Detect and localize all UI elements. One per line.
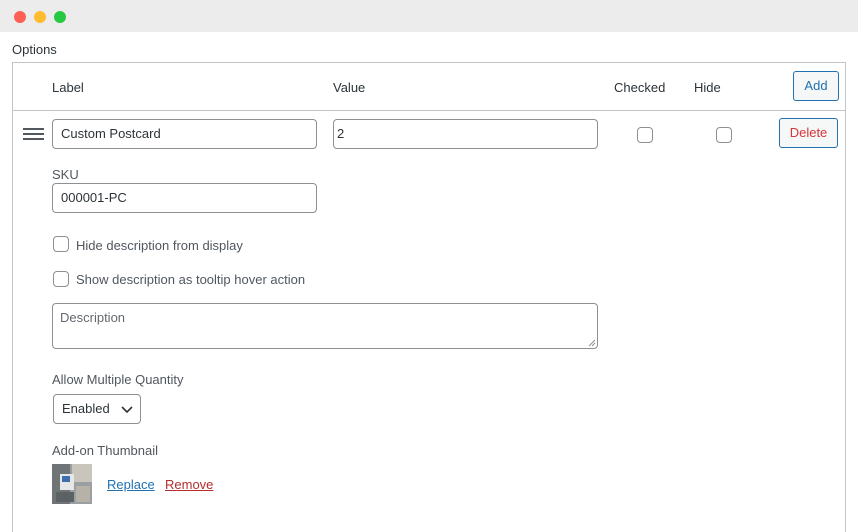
hide-description-checkbox[interactable] xyxy=(53,236,69,252)
table-header: Label Value Checked Hide Add xyxy=(13,63,845,111)
label-input[interactable]: Custom Postcard xyxy=(52,119,317,149)
quantity-select[interactable]: Enabled xyxy=(53,394,141,424)
column-header-hide: Hide xyxy=(694,80,721,95)
hide-description-label: Hide description from display xyxy=(76,238,243,253)
tooltip-checkbox[interactable] xyxy=(53,271,69,287)
window-titlebar xyxy=(0,0,858,32)
sku-label: SKU xyxy=(52,167,79,182)
column-header-value: Value xyxy=(333,80,366,95)
column-header-checked: Checked xyxy=(614,80,666,95)
close-dot-icon[interactable] xyxy=(14,11,26,23)
replace-link[interactable]: Replace xyxy=(107,477,155,492)
tooltip-label: Show description as tooltip hover action xyxy=(76,272,306,287)
description-placeholder: Description xyxy=(60,310,126,325)
thumbnail-label: Add-on Thumbnail xyxy=(52,443,158,458)
resize-grip-icon[interactable] xyxy=(588,339,596,347)
zoom-dot-icon[interactable] xyxy=(54,11,66,23)
value-input[interactable]: 2 xyxy=(333,119,598,149)
addon-thumbnail-image xyxy=(52,464,92,504)
section-title: Options xyxy=(12,42,57,57)
minimize-dot-icon[interactable] xyxy=(34,11,46,23)
column-header-label: Label xyxy=(52,80,84,95)
options-table: Label Value Checked Hide Add Custom Post… xyxy=(12,62,846,532)
remove-link[interactable]: Remove xyxy=(165,477,213,492)
chevron-down-icon xyxy=(121,406,133,414)
drag-handle-icon[interactable] xyxy=(23,128,44,140)
quantity-label: Allow Multiple Quantity xyxy=(52,372,184,387)
checked-checkbox[interactable] xyxy=(637,127,653,143)
add-button[interactable]: Add xyxy=(793,71,839,101)
hide-checkbox[interactable] xyxy=(716,127,732,143)
sku-input[interactable]: 000001-PC xyxy=(52,183,317,213)
delete-button[interactable]: Delete xyxy=(779,118,838,148)
quantity-selected-value: Enabled xyxy=(62,401,110,416)
description-textarea[interactable]: Description xyxy=(52,303,598,349)
